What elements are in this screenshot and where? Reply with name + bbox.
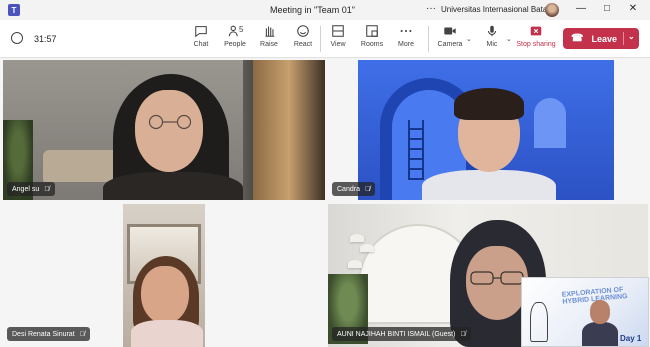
mic-button[interactable]: Mic [476,24,508,54]
video-background-lamp [348,260,362,268]
meeting-timer: 31:57 [34,34,57,44]
close-window-button[interactable]: ✕ [626,3,640,14]
participant-hair [454,88,524,120]
rooms-button[interactable]: Rooms [356,24,388,54]
participant-body [422,170,556,200]
people-label: People [224,41,246,48]
video-background-lamp [360,244,374,252]
video-background-sofa [43,150,123,182]
people-count: 5 [239,25,244,34]
video-stage: Angel su 🎙̸ Candra 🎙̸ Desi Renata Sinura… [0,58,650,347]
react-button[interactable]: React [287,24,319,54]
grid-view-icon [332,25,344,37]
presenter-body [582,322,618,346]
camera-button[interactable]: Camera [434,24,466,54]
react-label: React [293,41,313,48]
participant-face [135,90,203,172]
participant-name: Desi Renata Sinurat [12,330,75,338]
camera-options-chevron-icon[interactable]: ⌄ [466,35,472,43]
people-button[interactable]: 5 People [219,24,251,54]
muted-mic-icon: 🎙̸ [364,185,371,193]
toolbar-divider [428,26,429,52]
muted-mic-icon: 🎙̸ [79,330,85,338]
participant-name-tag: Candra 🎙̸ [332,182,376,196]
slide-head-illustration [530,302,548,342]
phone-hangup-icon: ☎ [571,33,584,44]
rooms-icon [366,25,378,37]
chat-button[interactable]: Chat [185,24,217,54]
video-background-lamp [350,234,364,242]
user-avatar[interactable] [545,3,559,17]
participant-name: AUNI NAJIHAH BINTI ISMAIL (Guest) [337,330,456,338]
stop-sharing-label: Stop sharing [516,41,556,48]
shared-screen-thumbnail[interactable]: EXPLORATION OF HYBRID LEARNING Day 1 [521,277,649,347]
video-background-wood [253,60,325,200]
participant-face [141,266,189,324]
raise-hand-button[interactable]: Raise [253,24,285,54]
participant-video-tile[interactable]: Angel su 🎙̸ [3,60,325,200]
camera-label: Camera [437,41,463,48]
mic-options-chevron-icon[interactable]: ⌄ [506,35,512,43]
participant-name-tag: Desi Renata Sinurat 🎙̸ [7,327,90,341]
stop-sharing-button[interactable]: Stop sharing [513,24,559,54]
chat-label: Chat [193,41,209,48]
participant-name-tag: Angel su 🎙̸ [7,182,55,196]
camera-icon [444,27,456,35]
minimize-button[interactable]: — [574,3,588,14]
leave-button[interactable]: ☎ Leave ⌄ [563,28,639,49]
chat-icon [195,26,207,38]
ellipsis-icon [400,29,412,33]
participant-video-tile[interactable] [123,204,205,347]
participant-glasses [148,114,192,130]
hand-icon [265,26,275,37]
more-options-icon[interactable]: ··· [426,3,436,14]
more-button[interactable]: More [390,24,422,54]
toolbar-divider [320,26,321,52]
muted-mic-icon: 🎙̸ [44,185,50,193]
presenter-video [582,298,618,346]
participant-name: Angel su [12,185,40,193]
smile-icon [297,25,309,37]
leave-label: Leave [591,33,617,44]
rooms-label: Rooms [360,41,384,48]
participant-name: Candra [337,185,360,193]
meeting-info-icon[interactable] [11,32,23,44]
leave-options-chevron-icon[interactable]: ⌄ [623,32,635,45]
teams-logo-icon: T [8,4,20,16]
participant-body [103,172,243,200]
participant-video-tile[interactable] [358,60,614,200]
meeting-toolbar: 31:57 Chat 5 People Raise React View Roo… [0,20,650,58]
maximize-button[interactable]: □ [600,3,614,14]
view-button[interactable]: View [322,24,354,54]
presenter-face [590,300,610,324]
organization-name: Universitas Internasional Batam [441,5,554,14]
slide-day-label: Day 1 [620,334,642,343]
participant-glasses [470,271,524,285]
title-bar: T Meeting in "Team 01" ··· Universitas I… [0,0,650,20]
video-background-ladder [408,120,424,180]
video-background-window [534,98,566,148]
view-label: View [330,41,346,48]
participant-name-tag: AUNI NAJIHAH BINTI ISMAIL (Guest) 🎙̸ [332,327,471,341]
more-label: More [398,41,414,48]
stop-share-icon [530,26,542,36]
mic-label: Mic [486,41,498,48]
raise-label: Raise [260,41,278,48]
muted-mic-icon: 🎙̸ [460,330,466,338]
participant-body [131,320,203,347]
window-title: Meeting in "Team 01" [270,5,355,15]
microphone-icon [487,25,497,37]
